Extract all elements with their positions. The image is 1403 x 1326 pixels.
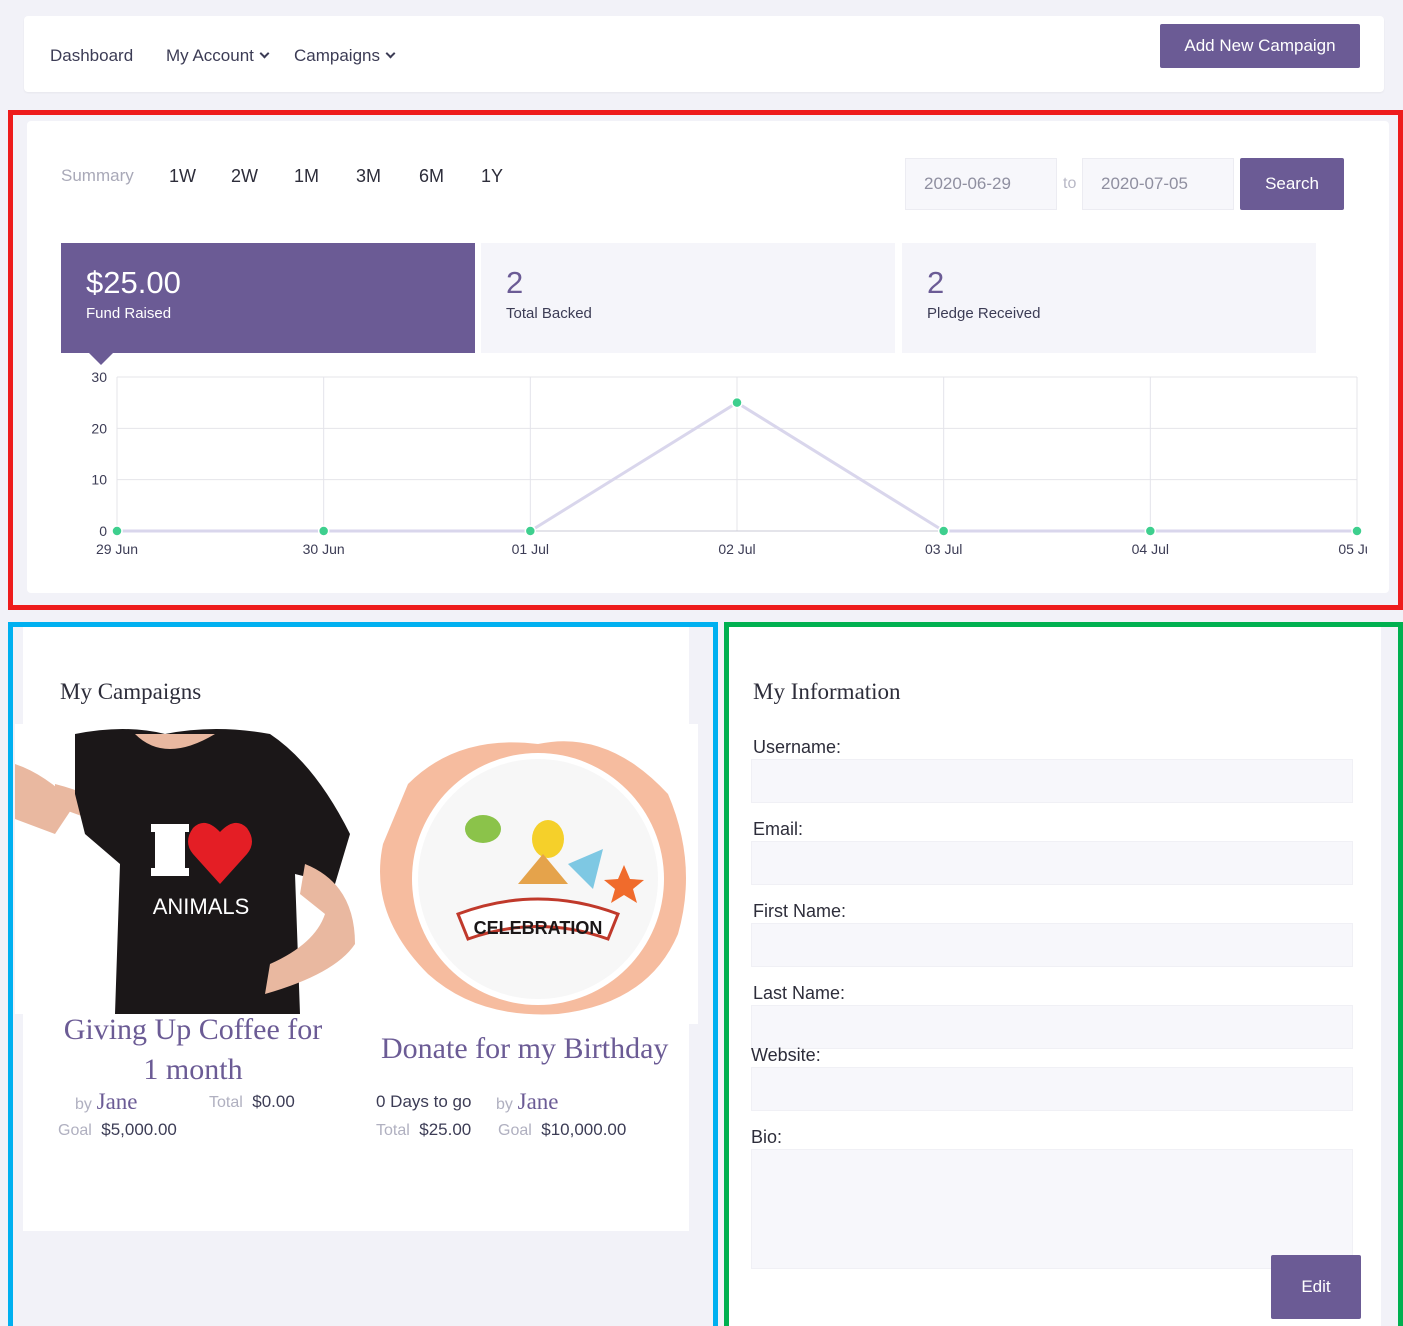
author-name: Jane <box>517 1089 559 1114</box>
total-value: $0.00 <box>252 1092 295 1111</box>
stat-total-backed[interactable]: 2 Total Backed <box>481 243 895 353</box>
period-1y[interactable]: 1Y <box>481 166 503 187</box>
stat-label: Fund Raised <box>86 305 172 322</box>
my-information-card: My Information Username: Email: First Na… <box>729 627 1381 1326</box>
campaign-image-tshirt[interactable]: ANIMALS <box>15 724 363 1014</box>
first-name-label: First Name: <box>753 901 847 921</box>
goal-value: $5,000.00 <box>101 1120 177 1139</box>
x-tick-label: 29 Jun <box>96 541 138 557</box>
period-2w[interactable]: 2W <box>231 166 258 187</box>
author-name: Jane <box>96 1089 138 1114</box>
date-to-input[interactable]: 2020-07-05 <box>1082 158 1234 210</box>
email-field[interactable] <box>751 841 1353 885</box>
x-tick-label: 05 Jul <box>1338 541 1367 557</box>
nav-my-account[interactable]: My Account <box>166 46 270 66</box>
y-tick-label: 10 <box>91 472 107 488</box>
y-tick-label: 0 <box>99 523 107 539</box>
add-new-campaign-button[interactable]: Add New Campaign <box>1160 24 1360 68</box>
data-point <box>937 525 950 537</box>
chevron-down-icon <box>385 48 396 59</box>
my-information-heading: My Information <box>753 679 901 704</box>
goal-value: $10,000.00 <box>541 1120 627 1139</box>
stat-value: 2 <box>927 265 945 300</box>
date-to-label: to <box>1063 175 1077 192</box>
stat-label: Pledge Received <box>927 305 1041 322</box>
period-1m[interactable]: 1M <box>294 166 319 187</box>
summary-section: Summary 1W 2W 1M 3M 6M 1Y 2020-06-29 to … <box>8 110 1403 610</box>
x-tick-label: 30 Jun <box>303 541 345 557</box>
nav-bar: Dashboard My Account Campaigns Add New C… <box>24 16 1384 92</box>
nav-my-account-label: My Account <box>166 46 254 65</box>
nav-campaigns[interactable]: Campaigns <box>294 46 396 66</box>
my-campaigns-section: My Campaigns ANIMALS CELEBRATION Giving … <box>8 622 718 1326</box>
data-point <box>317 525 330 537</box>
last-name-label: Last Name: <box>753 983 846 1003</box>
data-point <box>111 525 123 537</box>
my-campaigns-heading: My Campaigns <box>60 679 202 704</box>
x-tick-label: 03 Jul <box>925 541 962 557</box>
x-tick-label: 04 Jul <box>1132 541 1169 557</box>
stat-pledge-received[interactable]: 2 Pledge Received <box>902 243 1316 353</box>
bio-label: Bio: <box>751 1127 783 1147</box>
x-tick-label: 01 Jul <box>512 541 549 557</box>
stat-fund-raised[interactable]: $25.00 Fund Raised <box>61 243 475 365</box>
goal-label: Goal <box>498 1122 532 1139</box>
data-point <box>524 525 537 537</box>
username-label: Username: <box>753 737 842 757</box>
last-name-field[interactable] <box>751 1005 1353 1049</box>
nav-campaigns-label: Campaigns <box>294 46 380 65</box>
nav-dashboard-label: Dashboard <box>50 46 134 65</box>
search-button[interactable]: Search <box>1240 158 1344 210</box>
campaign-title[interactable]: Donate for my Birthday <box>381 1029 668 1069</box>
stat-value: 2 <box>506 265 524 300</box>
website-field[interactable] <box>751 1067 1353 1111</box>
stat-label: Total Backed <box>506 305 592 322</box>
celebration-text: CELEBRATION <box>474 918 603 938</box>
chevron-down-icon <box>259 48 270 59</box>
campaign-goal: Goal $5,000.00 <box>58 1120 177 1140</box>
campaign-total: Total $0.00 <box>209 1092 295 1112</box>
data-point <box>1144 525 1157 537</box>
edit-button[interactable]: Edit <box>1271 1255 1361 1319</box>
top-navigation: Dashboard My Account Campaigns Add New C… <box>10 8 1398 94</box>
by-label: by <box>496 1096 513 1113</box>
period-1w[interactable]: 1W <box>169 166 196 187</box>
date-from-input[interactable]: 2020-06-29 <box>905 158 1057 210</box>
celebration-illustration: CELEBRATION <box>380 741 686 1015</box>
tshirt-illustration: ANIMALS <box>15 729 355 1014</box>
campaign-total: Total $25.00 <box>376 1120 471 1140</box>
campaign-author: by Jane <box>496 1089 559 1115</box>
y-tick-label: 20 <box>91 420 107 436</box>
summary-label: Summary <box>61 166 134 185</box>
bio-textarea[interactable] <box>751 1149 1353 1269</box>
total-label: Total <box>209 1094 243 1111</box>
y-tick-label: 30 <box>91 369 107 385</box>
campaign-author: by Jane <box>75 1089 138 1115</box>
campaign-goal: Goal $10,000.00 <box>498 1120 626 1140</box>
total-value: $25.00 <box>419 1120 472 1139</box>
period-6m[interactable]: 6M <box>419 166 444 187</box>
campaign-image-celebration[interactable]: CELEBRATION <box>368 724 698 1024</box>
nav-dashboard[interactable]: Dashboard <box>50 46 133 66</box>
first-name-field[interactable] <box>751 923 1353 967</box>
summary-card: Summary 1W 2W 1M 3M 6M 1Y 2020-06-29 to … <box>27 121 1389 593</box>
my-information-section: My Information Username: Email: First Na… <box>724 622 1403 1326</box>
fund-raised-line-chart: 0 10 20 30 29 Jun 30 Jun 01 Jul 02 Jul 03 Jul 04 … <box>91 369 1367 557</box>
goal-label: Goal <box>58 1122 92 1139</box>
campaign-days-to-go: 0 Days to go <box>376 1092 472 1111</box>
period-3m[interactable]: 3M <box>356 166 381 187</box>
username-field[interactable] <box>751 759 1353 803</box>
data-point <box>731 396 743 409</box>
campaign-title[interactable]: Giving Up Coffee for 1 month <box>53 1010 333 1090</box>
total-label: Total <box>376 1122 410 1139</box>
email-label: Email: <box>753 819 804 839</box>
stat-value: $25.00 <box>86 265 181 300</box>
by-label: by <box>75 1096 92 1113</box>
tshirt-text: ANIMALS <box>153 894 250 919</box>
x-tick-label: 02 Jul <box>718 541 755 557</box>
website-label: Website: <box>751 1045 821 1065</box>
data-point <box>1351 525 1363 537</box>
